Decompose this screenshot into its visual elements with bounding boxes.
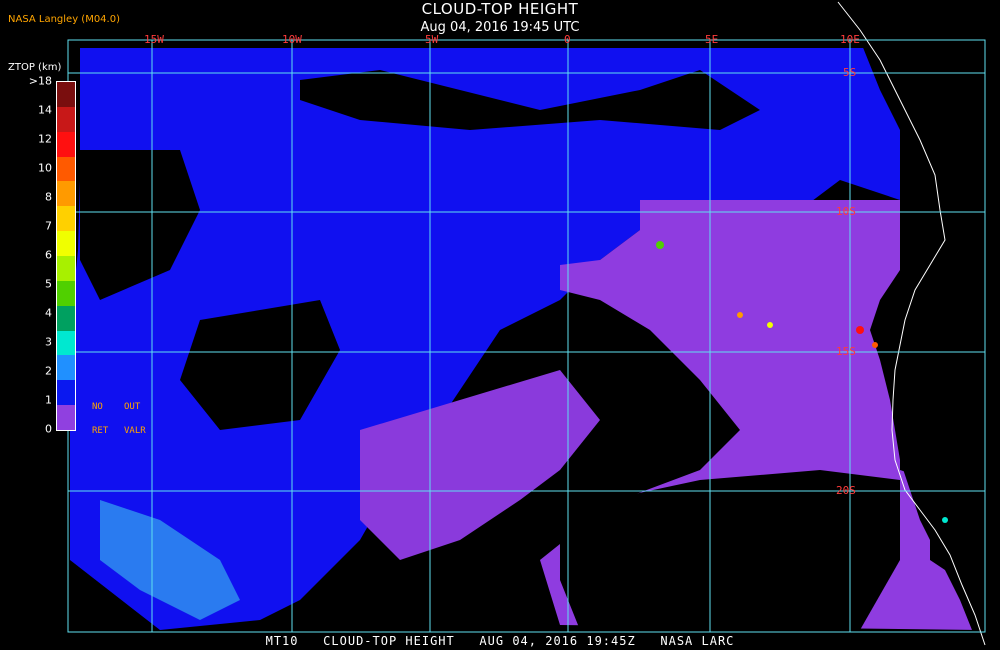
legend-swatch <box>57 131 75 157</box>
lat-label-20s: 20S <box>836 484 856 497</box>
legend-note-out: OUT <box>124 402 141 412</box>
convective-cell <box>737 312 743 318</box>
legend-swatch <box>57 355 75 381</box>
product-title: CLOUD-TOP HEIGHT <box>421 0 579 18</box>
convective-cell <box>872 342 878 348</box>
legend-label: 8 <box>45 190 52 204</box>
legend-swatch <box>57 330 75 356</box>
legend-label: 7 <box>45 219 52 233</box>
legend-label: 5 <box>45 277 52 291</box>
legend-title: ZTOP (km) <box>8 62 62 73</box>
legend-swatch <box>57 206 75 232</box>
legend-swatch <box>57 305 75 331</box>
lon-label-5e: 5E <box>705 33 719 46</box>
legend-note-ret: RET <box>92 426 109 436</box>
organization-label: NASA Langley (M04.0) <box>8 14 120 25</box>
legend-label: 1 <box>45 393 52 407</box>
legend-swatch <box>57 106 75 132</box>
lon-label-15w: 15W <box>144 33 164 46</box>
legend-swatch <box>57 380 75 406</box>
legend-note-no: NO <box>92 402 103 412</box>
legend-label: 2 <box>45 364 52 378</box>
lat-label-15s: 15S <box>836 345 856 358</box>
legend-swatch <box>57 231 75 257</box>
legend-label: 10 <box>38 161 52 175</box>
lat-label-5s: 5S <box>843 66 857 79</box>
legend-color-bar <box>56 81 76 431</box>
convective-cell <box>856 326 864 334</box>
legend-label: 12 <box>38 132 52 146</box>
product-footer: MT10 CLOUD-TOP HEIGHT AUG 04, 2016 19:45… <box>265 634 735 648</box>
legend-note-valr: VALR <box>124 426 146 436</box>
convective-cell <box>942 517 948 523</box>
convective-cell <box>656 241 664 249</box>
satellite-product-page: CLOUD-TOP HEIGHT Aug 04, 2016 19:45 UTC … <box>0 0 1000 650</box>
legend-swatch <box>57 256 75 281</box>
legend-label: 3 <box>45 335 52 349</box>
legend-label: 0 <box>45 422 52 436</box>
lon-label-10e: 10E <box>840 33 860 46</box>
legend-swatch <box>57 156 75 182</box>
cloud-top-height-map <box>0 0 1000 650</box>
convective-cell <box>767 322 773 328</box>
legend-labels: >18 14 12 10 8 7 6 5 4 3 2 1 0 <box>22 74 52 436</box>
legend-label: >18 <box>28 74 52 88</box>
legend-swatch <box>57 82 75 107</box>
lon-label-10w: 10W <box>282 33 302 46</box>
legend-notes: NO OUT RET VALR <box>92 402 162 438</box>
legend-label: 14 <box>38 103 52 117</box>
legend-label: 6 <box>45 248 52 262</box>
legend-swatch <box>57 405 75 431</box>
lon-label-5w: 5W <box>425 33 439 46</box>
legend-label: 4 <box>45 306 52 320</box>
legend-swatch <box>57 280 75 306</box>
legend-swatch <box>57 181 75 207</box>
lon-label-0: 0 <box>564 33 571 46</box>
lat-label-10s: 10S <box>836 205 856 218</box>
